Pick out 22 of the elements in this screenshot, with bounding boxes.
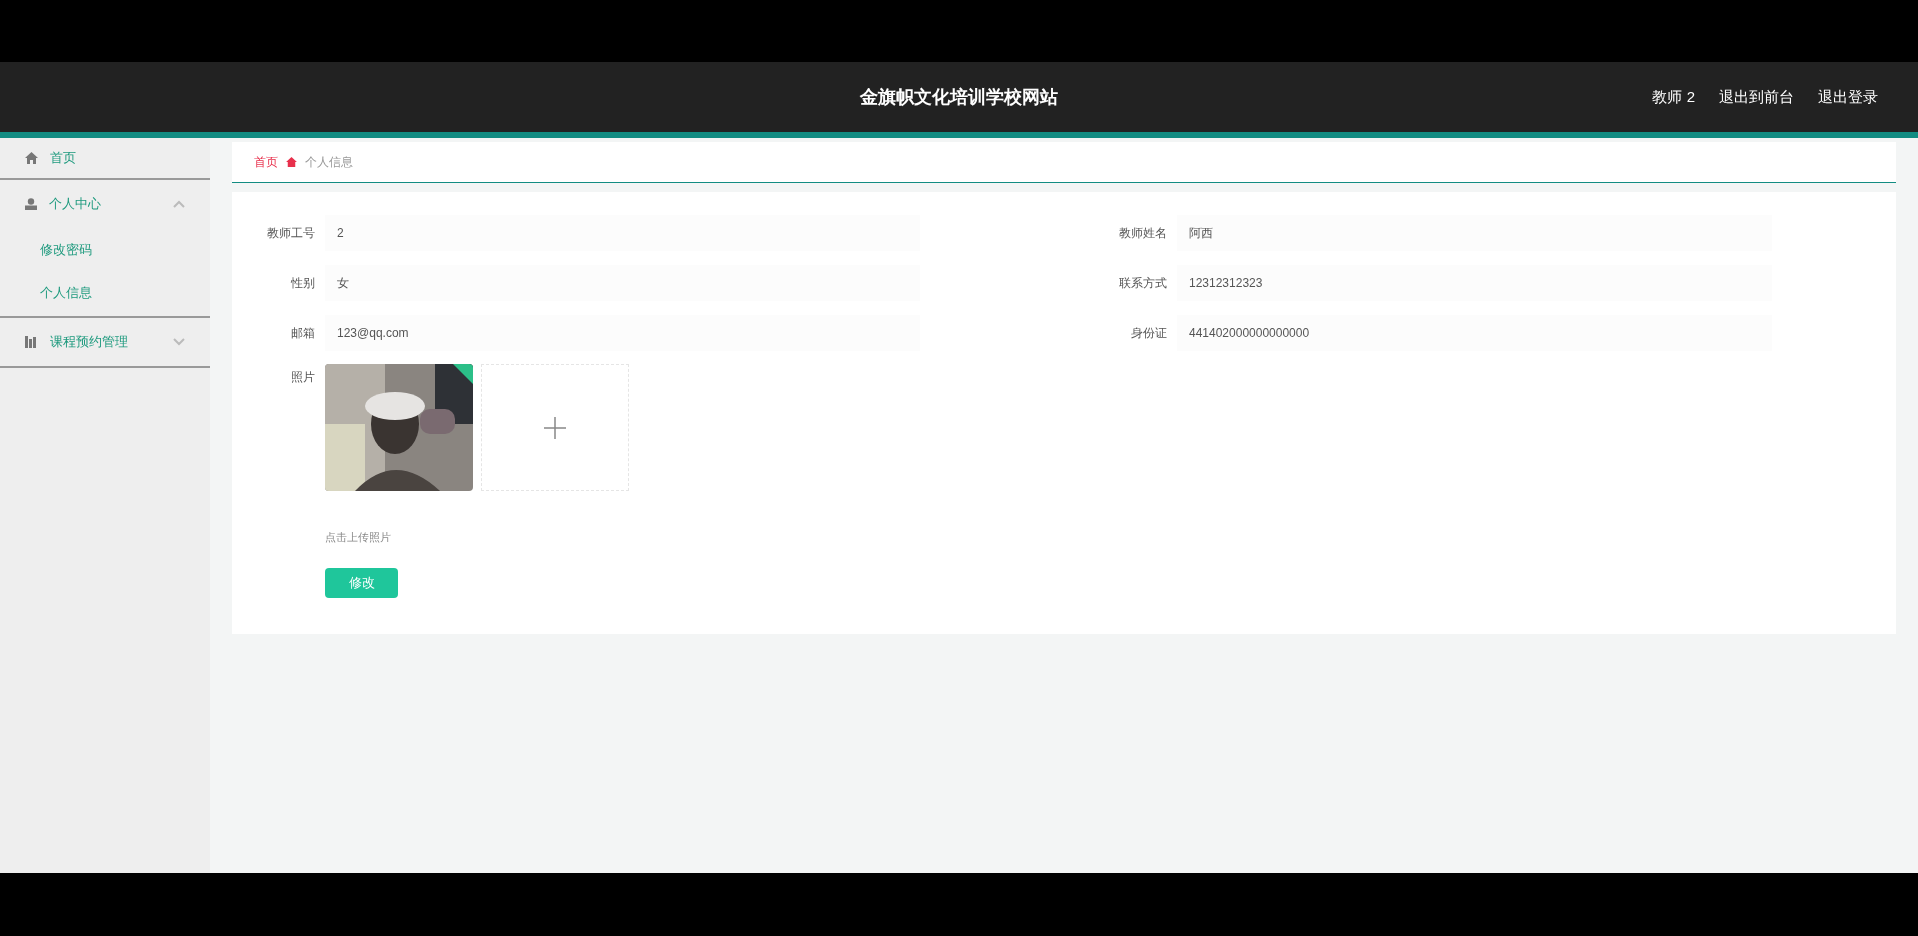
field-label: 联系方式	[1118, 275, 1168, 292]
caret-icon	[173, 338, 185, 346]
breadcrumb-current: 个人信息	[305, 154, 353, 171]
breadcrumb-link[interactable]: 首页	[254, 153, 278, 171]
field-label: 性别	[290, 275, 316, 292]
upload-hint: 点击上传照片	[325, 530, 392, 545]
user-icon	[25, 198, 37, 210]
caret-icon	[173, 200, 185, 208]
home-icon	[25, 152, 38, 164]
header-link[interactable]: 退出到前台	[1719, 85, 1794, 109]
field-label: 教师姓名	[1118, 225, 1168, 242]
site-title: 金旗帜文化培训学校网站	[860, 85, 1058, 109]
plus-icon	[544, 416, 566, 439]
field-label: 照片	[290, 369, 316, 386]
header-link[interactable]: 教师 2	[1652, 85, 1695, 109]
header-link[interactable]: 退出登录	[1818, 85, 1878, 109]
field-label: 邮箱	[290, 325, 316, 342]
home-icon	[286, 157, 297, 167]
field-label: 身份证	[1130, 325, 1168, 342]
chart-icon	[25, 336, 38, 348]
field-label: 教师工号	[266, 225, 316, 242]
upload-box[interactable]	[481, 364, 629, 491]
